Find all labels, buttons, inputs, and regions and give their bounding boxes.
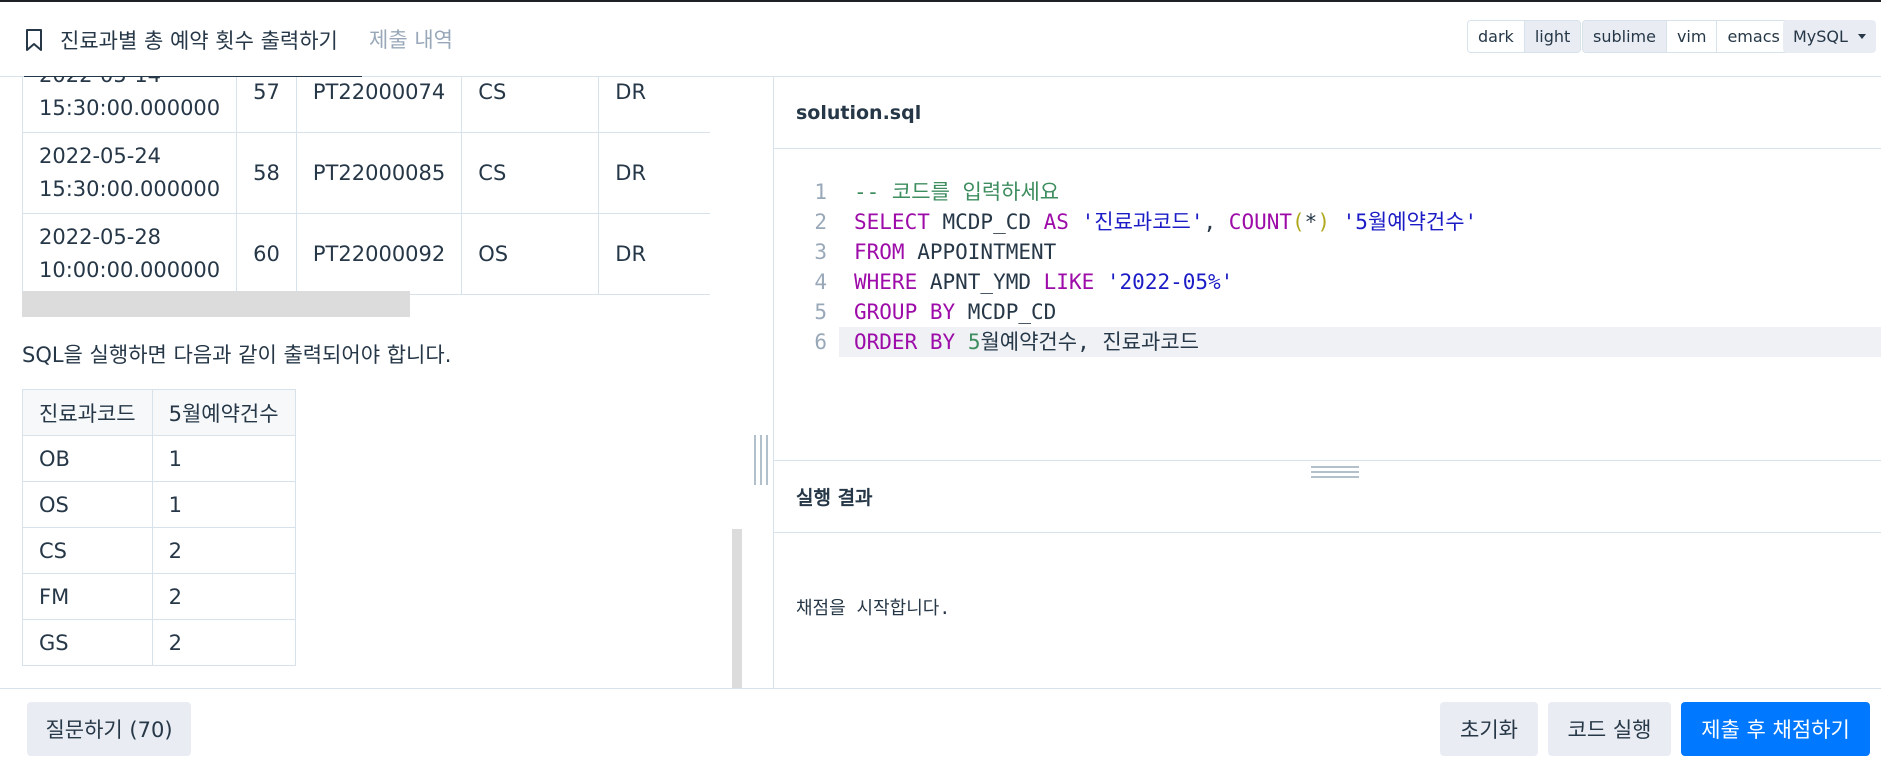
table-cell: 2 [151,619,296,666]
table-cell: FM [22,573,153,620]
table-cell: 2022-05-1415:30:00.000000 [21,77,238,133]
table-cell: 2 [151,573,296,620]
table-cell: CS [22,527,153,574]
code-line[interactable]: 1 -- 코드를 입력하세요 [774,177,1881,207]
ask-question-button[interactable]: 질문하기 (70) [27,702,191,756]
table-row: GS 2 [22,619,296,666]
horizontal-scrollbar[interactable] [22,291,410,317]
table-cell: DR [598,77,720,133]
table-cell: OB [22,435,153,482]
editor-filename: solution.sql [774,77,1881,149]
column-header: 진료과코드 [22,389,153,436]
output-description: SQL을 실행하면 다음과 같이 출력되어야 합니다. [22,343,452,367]
table-cell: CS [461,77,600,133]
reset-button[interactable]: 초기화 [1440,702,1538,756]
table-cell: GS [22,619,153,666]
table-row: FM 2 [22,573,296,620]
code-line[interactable]: 4 WHERE APNT_YMD LIKE '2022-05%' [774,267,1881,297]
vertical-scrollbar[interactable] [732,529,742,688]
table-cell: 57 [236,77,297,133]
table-cell: OS [461,213,600,295]
bookmark-icon[interactable] [24,28,44,52]
language-select[interactable]: MySQL [1783,20,1876,53]
table-row: 2022-05-24 15:30:00.000000 58 PT22000085 … [21,132,720,214]
theme-dark-button[interactable]: dark [1468,21,1525,52]
table-row: 2022-05-1415:30:00.000000 57 PT22000074 … [21,77,720,133]
table-cell: 1 [151,435,296,482]
theme-toggle: dark light [1467,20,1582,53]
line-number: 4 [774,267,839,297]
table-cell: 60 [236,213,297,295]
keymap-sublime-button[interactable]: sublime [1583,21,1667,52]
table-clip [710,77,773,317]
table-cell: OS [22,481,153,528]
problem-panel: 2022-05-1415:30:00.000000 57 PT22000074 … [0,77,773,688]
table-cell: CS [461,132,600,214]
column-header: 5월예약건수 [151,389,296,436]
keymap-emacs-button[interactable]: emacs [1717,21,1790,52]
tab-problem[interactable]: 진료과별 총 예약 횟수 출력하기 [24,4,362,79]
problem-title: 진료과별 총 예약 횟수 출력하기 [60,29,338,53]
editor-panel: solution.sql 1 -- 코드를 입력하세요 2 SELECT MCD… [773,77,1881,688]
result-resize-handle[interactable] [1311,466,1359,478]
table-cell: PT22000074 [295,77,463,133]
chevron-down-icon [1857,34,1866,39]
line-number: 3 [774,237,839,267]
table-cell: DR [598,132,720,214]
top-header: 진료과별 총 예약 횟수 출력하기 제출 내역 dark light subli… [0,0,1881,79]
table-row: CS 2 [22,527,296,574]
table-cell: PT22000092 [295,213,463,295]
table-cell: 2022-05-28 10:00:00.000000 [21,213,238,295]
line-number: 2 [774,207,839,237]
keymap-vim-button[interactable]: vim [1666,21,1718,52]
code-line-active[interactable]: 6 ORDER BY 5월예약건수, 진료과코드 [774,327,1881,357]
code-editor[interactable]: 1 -- 코드를 입력하세요 2 SELECT MCDP_CD AS '진료과코… [774,177,1881,357]
table-cell: 2 [151,527,296,574]
table-row: 2022-05-28 10:00:00.000000 60 PT22000092 … [21,213,720,295]
panel-resize-handle[interactable] [754,435,768,485]
language-label: MySQL [1793,27,1848,46]
bottom-toolbar: 질문하기 (70) 초기화 코드 실행 제출 후 채점하기 [0,688,1881,757]
table-header-row: 진료과코드 5월예약건수 [22,389,296,436]
table-cell: 58 [236,132,297,214]
table-cell: 2022-05-24 15:30:00.000000 [21,132,238,214]
submit-button[interactable]: 제출 후 채점하기 [1681,702,1870,756]
line-number: 5 [774,297,839,327]
line-number: 6 [774,327,839,357]
code-line[interactable]: 3 FROM APPOINTMENT [774,237,1881,267]
keymap-toggle: sublime vim emacs [1582,20,1791,53]
run-code-button[interactable]: 코드 실행 [1548,702,1671,756]
tab-submissions[interactable]: 제출 내역 [369,24,453,54]
table-cell: PT22000085 [295,132,463,214]
result-message: 채점을 시작합니다. [796,598,951,619]
result-panel: 실행 결과 채점을 시작합니다. [774,460,1881,688]
table-row: OS 1 [22,481,296,528]
code-line[interactable]: 5 GROUP BY MCDP_CD [774,297,1881,327]
input-table: 2022-05-1415:30:00.000000 57 PT22000074 … [21,77,720,295]
line-number: 1 [774,177,839,207]
expected-result-table: 진료과코드 5월예약건수 OB 1 OS 1 CS 2 FM 2 GS 2 [22,389,296,666]
table-cell: 1 [151,481,296,528]
table-cell: DR [598,213,720,295]
table-row: OB 1 [22,435,296,482]
code-line[interactable]: 2 SELECT MCDP_CD AS '진료과코드', COUNT(*) '5… [774,207,1881,237]
theme-light-button[interactable]: light [1524,21,1581,52]
